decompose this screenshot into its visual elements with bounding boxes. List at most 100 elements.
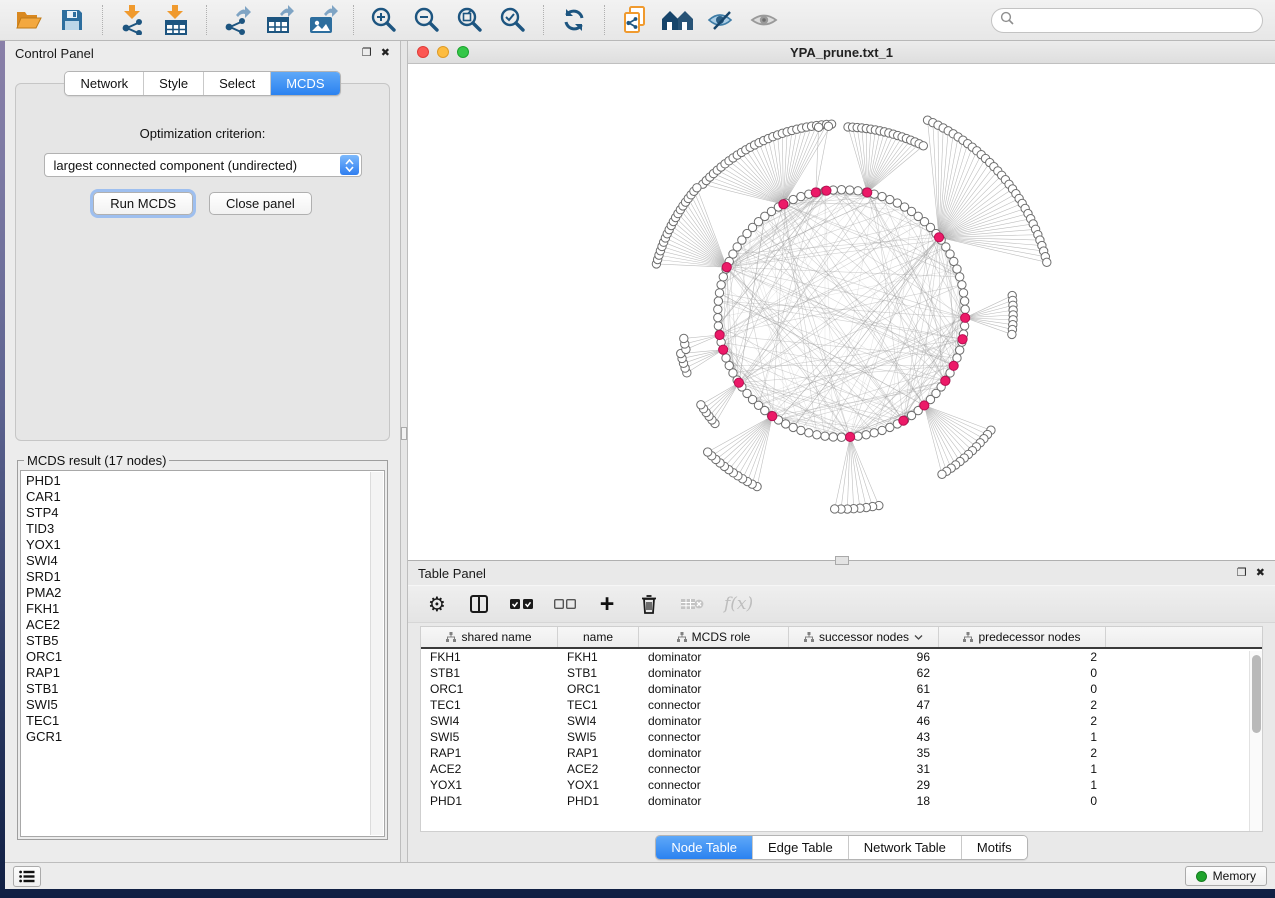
splitter-grip[interactable] (401, 427, 407, 440)
delete-table-icon (680, 592, 704, 616)
network-canvas[interactable] (408, 64, 1275, 560)
table-row[interactable]: STB1STB1dominator620 (421, 665, 1262, 681)
table-row[interactable]: RAP1RAP1dominator352 (421, 745, 1262, 761)
list-item[interactable]: SWI5 (26, 697, 384, 713)
tab-select[interactable]: Select (203, 72, 270, 95)
float-panel-icon[interactable]: ❐ (1237, 568, 1247, 579)
column-header-mcds-role[interactable]: MCDS role (639, 627, 789, 647)
list-item[interactable]: FKH1 (26, 601, 384, 617)
memory-button[interactable]: Memory (1185, 866, 1267, 886)
tab-motifs[interactable]: Motifs (961, 836, 1027, 859)
float-panel-icon[interactable]: ❐ (362, 48, 372, 59)
list-item[interactable]: STP4 (26, 505, 384, 521)
vertical-splitter[interactable] (400, 41, 408, 862)
duplicate-network-icon[interactable] (618, 4, 652, 36)
column-header-predecessor-nodes[interactable]: predecessor nodes (939, 627, 1106, 647)
table-row[interactable]: YOX1YOX1connector291 (421, 777, 1262, 793)
tab-network-table[interactable]: Network Table (848, 836, 961, 859)
list-scrollbar[interactable] (370, 472, 383, 835)
table-cell: ORC1 (421, 681, 558, 697)
table-cell: 43 (789, 729, 939, 745)
table-cell: 47 (789, 697, 939, 713)
list-item[interactable]: SRD1 (26, 569, 384, 585)
table-panel-title: Table Panel (418, 566, 486, 581)
tab-node-table[interactable]: Node Table (656, 836, 752, 859)
search-input[interactable] (1019, 13, 1254, 27)
table-cell: dominator (639, 665, 789, 681)
save-session-icon[interactable] (55, 4, 89, 36)
horizontal-splitter-grip[interactable] (835, 556, 849, 565)
tab-edge-table[interactable]: Edge Table (752, 836, 848, 859)
window-minimize-icon[interactable] (437, 46, 449, 58)
list-item[interactable]: TID3 (26, 521, 384, 537)
table-row[interactable]: FKH1FKH1dominator962 (421, 649, 1262, 665)
list-item[interactable]: ACE2 (26, 617, 384, 633)
table-row[interactable]: TEC1TEC1connector472 (421, 697, 1262, 713)
column-header-successor-nodes[interactable]: successor nodes (789, 627, 939, 647)
list-item[interactable]: GCR1 (26, 729, 384, 745)
table-scrollbar[interactable] (1249, 651, 1262, 831)
export-table-icon[interactable] (263, 4, 297, 36)
search-field[interactable] (991, 8, 1263, 33)
table-cell: SWI4 (421, 713, 558, 729)
search-icon (1000, 11, 1014, 30)
run-mcds-button[interactable]: Run MCDS (93, 192, 193, 215)
show-all-eye-icon[interactable] (747, 4, 781, 36)
task-history-button[interactable] (13, 866, 41, 887)
column-header-name[interactable]: name (558, 627, 639, 647)
zoom-in-icon[interactable] (367, 4, 401, 36)
network-titlebar[interactable]: YPA_prune.txt_1 (408, 41, 1275, 64)
close-panel-button[interactable]: Close panel (209, 192, 312, 215)
close-panel-icon[interactable]: ✖ (1256, 568, 1265, 579)
table-cell: SWI5 (421, 729, 558, 745)
window-close-icon[interactable] (417, 46, 429, 58)
select-all-checkboxes-icon[interactable] (510, 592, 534, 616)
table-row[interactable]: ACE2ACE2connector311 (421, 761, 1262, 777)
import-network-icon[interactable] (116, 4, 150, 36)
deselect-all-checkboxes-icon[interactable] (554, 592, 576, 616)
toggle-column-panel-icon[interactable] (468, 592, 490, 616)
settings-gear-icon[interactable]: ⚙ (426, 592, 448, 616)
list-item[interactable]: SWI4 (26, 553, 384, 569)
list-item[interactable]: YOX1 (26, 537, 384, 553)
tab-network[interactable]: Network (65, 72, 143, 95)
first-neighbors-icon[interactable] (661, 4, 695, 36)
tab-style[interactable]: Style (143, 72, 203, 95)
list-item[interactable]: ORC1 (26, 649, 384, 665)
zoom-out-icon[interactable] (410, 4, 444, 36)
list-item[interactable]: STB5 (26, 633, 384, 649)
list-item[interactable]: TEC1 (26, 713, 384, 729)
import-table-icon[interactable] (159, 4, 193, 36)
table-row[interactable]: SWI4SWI4dominator462 (421, 713, 1262, 729)
list-item[interactable]: PHD1 (26, 473, 384, 489)
export-image-icon[interactable] (306, 4, 340, 36)
refresh-view-icon[interactable] (557, 4, 591, 36)
list-item[interactable]: PMA2 (26, 585, 384, 601)
open-session-icon[interactable] (12, 4, 46, 36)
table-scrollbar-thumb[interactable] (1252, 655, 1261, 733)
main-toolbar (0, 0, 1275, 41)
zoom-fit-icon[interactable] (453, 4, 487, 36)
export-network-icon[interactable] (220, 4, 254, 36)
close-panel-icon[interactable]: ✖ (381, 48, 390, 59)
list-item[interactable]: STB1 (26, 681, 384, 697)
table-cell: 0 (939, 681, 1106, 697)
mcds-result-list[interactable]: PHD1CAR1STP4TID3YOX1SWI4SRD1PMA2FKH1ACE2… (20, 470, 385, 837)
tab-mcds[interactable]: MCDS (270, 72, 339, 95)
window-maximize-icon[interactable] (457, 46, 469, 58)
column-header-shared-name[interactable]: shared name (421, 627, 558, 647)
network-graph[interactable] (408, 64, 1275, 560)
list-item[interactable]: CAR1 (26, 489, 384, 505)
node-table[interactable]: shared namenameMCDS rolesuccessor nodesp… (420, 626, 1263, 832)
table-row[interactable]: SWI5SWI5connector431 (421, 729, 1262, 745)
criterion-select[interactable]: largest connected component (undirected) (44, 153, 362, 177)
add-column-icon[interactable]: + (596, 592, 618, 616)
table-row[interactable]: ORC1ORC1dominator610 (421, 681, 1262, 697)
table-toolbar: ⚙ + (408, 585, 1275, 623)
delete-column-icon[interactable] (638, 592, 660, 616)
table-cell: YOX1 (558, 777, 639, 793)
list-item[interactable]: RAP1 (26, 665, 384, 681)
hide-selected-eye-icon[interactable] (704, 4, 738, 36)
table-row[interactable]: PHD1PHD1dominator180 (421, 793, 1262, 809)
zoom-selected-icon[interactable] (496, 4, 530, 36)
